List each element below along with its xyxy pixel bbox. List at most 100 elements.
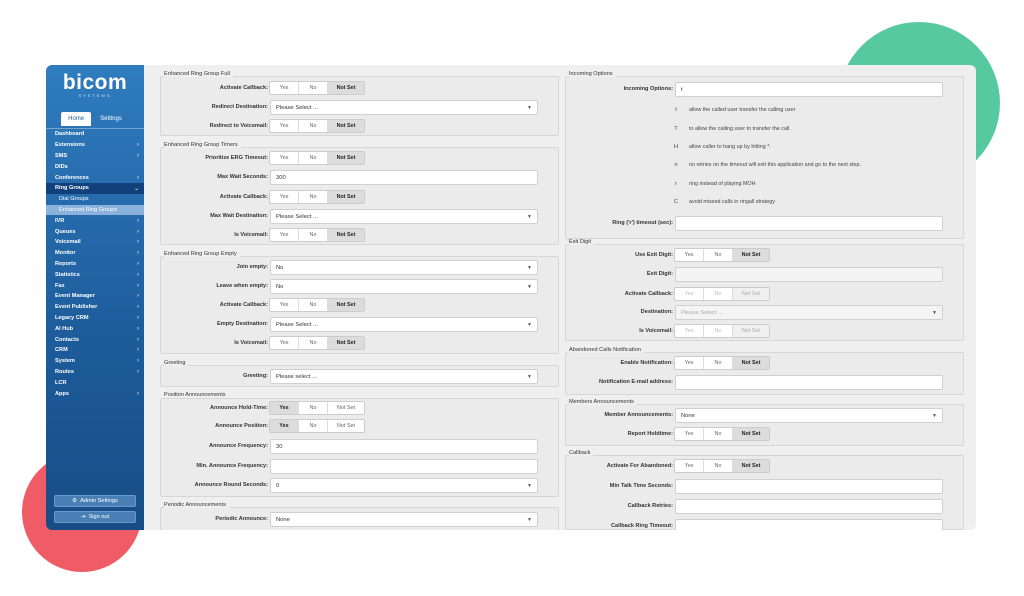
not-set-option[interactable]: Not Set bbox=[328, 152, 364, 164]
sidebar-item-lcr[interactable]: LCR bbox=[46, 377, 144, 388]
not-set-option[interactable]: Not Set bbox=[733, 428, 769, 440]
yes-option[interactable]: Yes bbox=[270, 420, 299, 432]
sidebar-item-event-publisher[interactable]: Event Publisher › bbox=[46, 302, 144, 313]
no-option[interactable]: No bbox=[299, 120, 328, 132]
no-option[interactable]: No bbox=[704, 460, 733, 472]
callback-ring-timeout-input[interactable] bbox=[675, 519, 943, 530]
exit-digit-input[interactable] bbox=[675, 267, 943, 282]
not-set-option[interactable]: Not Set bbox=[328, 191, 364, 203]
activate-for-abandoned-toggle[interactable]: Yes No Not Set bbox=[674, 459, 770, 473]
sidebar-item-contacts[interactable]: Contacts › bbox=[46, 334, 144, 345]
report-holdtime-toggle[interactable]: Yes No Not Set bbox=[674, 427, 770, 441]
periodic-announce-select[interactable]: None ▼ bbox=[270, 512, 538, 527]
no-option[interactable]: No bbox=[299, 191, 328, 203]
sidebar-subitem-dial-groups[interactable]: Dial Groups bbox=[46, 194, 144, 205]
member-announcements-select[interactable]: None ▼ bbox=[675, 408, 943, 423]
sidebar-item-routes[interactable]: Routes › bbox=[46, 367, 144, 378]
yes-option[interactable]: Yes bbox=[270, 299, 299, 311]
no-option[interactable]: No bbox=[299, 420, 328, 432]
destination-select[interactable]: Please Select ... ▼ bbox=[675, 305, 943, 320]
not-set-option[interactable]: Not Set bbox=[328, 337, 364, 349]
is-voicemail-toggle[interactable]: Yes No Not Set bbox=[674, 324, 770, 338]
no-option[interactable]: No bbox=[299, 337, 328, 349]
yes-option[interactable]: Yes bbox=[675, 325, 704, 337]
no-option[interactable]: No bbox=[704, 249, 733, 261]
yes-option[interactable]: Yes bbox=[270, 152, 299, 164]
tab-settings[interactable]: Settings bbox=[93, 112, 129, 126]
announce-position-toggle[interactable]: Yes No Not Set bbox=[269, 419, 365, 433]
sidebar-item-ai-hub[interactable]: AI Hub › bbox=[46, 323, 144, 334]
not-set-option[interactable]: Not Set bbox=[733, 357, 769, 369]
yes-option[interactable]: Yes bbox=[270, 402, 299, 414]
notification-email-input[interactable] bbox=[675, 375, 943, 390]
sidebar-item-extensions[interactable]: Extensions › bbox=[46, 140, 144, 151]
no-option[interactable]: No bbox=[299, 299, 328, 311]
no-option[interactable]: No bbox=[704, 428, 733, 440]
activate-callback-toggle[interactable]: Yes No Not Set bbox=[269, 298, 365, 312]
enable-notification-toggle[interactable]: Yes No Not Set bbox=[674, 356, 770, 370]
sidebar-item-sms[interactable]: SMS › bbox=[46, 151, 144, 162]
sidebar-item-system[interactable]: System › bbox=[46, 356, 144, 367]
not-set-option[interactable]: Not Set bbox=[328, 402, 364, 414]
announce-round-seconds-select[interactable]: 0 ▼ bbox=[270, 478, 538, 493]
sidebar-item-statistics[interactable]: Statistics › bbox=[46, 269, 144, 280]
redirect-destination-select[interactable]: Please Select ... ▼ bbox=[270, 100, 538, 115]
min-announce-frequency-input[interactable] bbox=[270, 459, 538, 474]
sidebar-item-apps[interactable]: Apps › bbox=[46, 388, 144, 399]
sidebar-item-dashboard[interactable]: Dashboard bbox=[46, 129, 144, 140]
sidebar-item-monitor[interactable]: Monitor › bbox=[46, 248, 144, 259]
no-option[interactable]: No bbox=[299, 82, 328, 94]
greeting-select[interactable]: Please select ... ▼ bbox=[270, 369, 538, 384]
sidebar-item-reports[interactable]: Reports › bbox=[46, 259, 144, 270]
activate-callback-toggle[interactable]: Yes No Not Set bbox=[674, 287, 770, 301]
redirect-to-voicemail-toggle[interactable]: Yes No Not Set bbox=[269, 119, 365, 133]
sign-out-button[interactable]: ⇥ Sign out bbox=[54, 511, 136, 523]
sidebar-item-crm[interactable]: CRM › bbox=[46, 345, 144, 356]
sidebar-item-event-manager[interactable]: Event Manager › bbox=[46, 291, 144, 302]
announce-frequency-input[interactable]: 30 bbox=[270, 439, 538, 454]
yes-option[interactable]: Yes bbox=[675, 428, 704, 440]
sidebar-subitem-enhanced-ring-groups[interactable]: Enhanced Ring Groups bbox=[46, 204, 144, 216]
sidebar-item-voicemail[interactable]: Voicemail › bbox=[46, 237, 144, 248]
no-option[interactable]: No bbox=[299, 152, 328, 164]
not-set-option[interactable]: Not Set bbox=[733, 460, 769, 472]
yes-option[interactable]: Yes bbox=[270, 120, 299, 132]
sidebar-item-conferences[interactable]: Conferences › bbox=[46, 172, 144, 183]
prioritize-erg-timeout-toggle[interactable]: Yes No Not Set bbox=[269, 151, 365, 165]
yes-option[interactable]: Yes bbox=[675, 288, 704, 300]
yes-option[interactable]: Yes bbox=[270, 82, 299, 94]
not-set-option[interactable]: Not Set bbox=[733, 288, 769, 300]
not-set-option[interactable]: Not Set bbox=[328, 82, 364, 94]
admin-settings-button[interactable]: ⚙ Admin Settings bbox=[54, 495, 136, 507]
empty-destination-select[interactable]: Please Select ... ▼ bbox=[270, 317, 538, 332]
no-option[interactable]: No bbox=[704, 325, 733, 337]
join-empty-select[interactable]: No ▼ bbox=[270, 260, 538, 275]
sidebar-item-legacy-crm[interactable]: Legacy CRM › bbox=[46, 313, 144, 324]
yes-option[interactable]: Yes bbox=[675, 460, 704, 472]
not-set-option[interactable]: Not Set bbox=[328, 420, 364, 432]
min-talk-time-input[interactable] bbox=[675, 479, 943, 494]
activate-callback-toggle[interactable]: Yes No Not Set bbox=[269, 81, 365, 95]
not-set-option[interactable]: Not Set bbox=[328, 120, 364, 132]
not-set-option[interactable]: Not Set bbox=[733, 249, 769, 261]
leave-when-empty-select[interactable]: No ▼ bbox=[270, 279, 538, 294]
no-option[interactable]: No bbox=[299, 402, 328, 414]
not-set-option[interactable]: Not Set bbox=[328, 229, 364, 241]
no-option[interactable]: No bbox=[299, 229, 328, 241]
sidebar-item-ring-groups[interactable]: Ring Groups ⌄ bbox=[46, 182, 144, 194]
announce-hold-time-toggle[interactable]: Yes No Not Set bbox=[269, 401, 365, 415]
callback-retries-input[interactable] bbox=[675, 499, 943, 514]
not-set-option[interactable]: Not Set bbox=[733, 325, 769, 337]
no-option[interactable]: No bbox=[704, 357, 733, 369]
sidebar-item-fax[interactable]: Fax › bbox=[46, 280, 144, 291]
ring-timeout-input[interactable] bbox=[675, 216, 943, 231]
sidebar-item-queues[interactable]: Queues › bbox=[46, 226, 144, 237]
no-option[interactable]: No bbox=[704, 288, 733, 300]
yes-option[interactable]: Yes bbox=[675, 249, 704, 261]
activate-callback-toggle[interactable]: Yes No Not Set bbox=[269, 190, 365, 204]
yes-option[interactable]: Yes bbox=[270, 337, 299, 349]
not-set-option[interactable]: Not Set bbox=[328, 299, 364, 311]
tab-home[interactable]: Home bbox=[61, 112, 92, 126]
yes-option[interactable]: Yes bbox=[675, 357, 704, 369]
sidebar-item-dids[interactable]: DIDs bbox=[46, 161, 144, 172]
